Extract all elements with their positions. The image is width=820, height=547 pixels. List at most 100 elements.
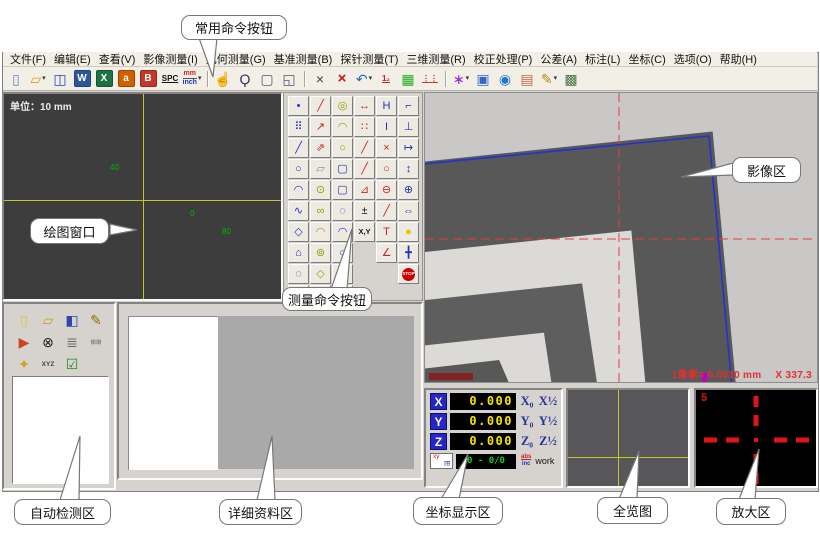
toolbar-export-excel-icon[interactable]: X [94,69,114,89]
menu-item[interactable]: 坐标(C) [624,51,669,67]
menu-item[interactable]: 几何测量(G) [202,51,270,67]
menu-item[interactable]: 文件(F) [6,51,50,67]
measure-tool-button[interactable]: H [376,96,397,116]
measure-tool-button[interactable]: ▱ [310,159,331,179]
menu-item[interactable]: 编辑(E) [50,51,95,67]
axis-zero-button[interactable]: Z₀ [517,434,537,449]
measure-tool-button[interactable]: ○ [288,159,309,179]
autodetect-tile-view-icon[interactable]: ⊞⊞ [91,338,102,346]
menu-item[interactable]: 三维测量(R) [402,51,469,67]
measure-tool-button[interactable]: ⌐ [398,96,419,116]
measure-tool-button[interactable]: ↔ [354,96,375,116]
measure-tool-button[interactable]: • [288,96,309,116]
measure-tool-button[interactable]: ⊙ [310,180,331,200]
toolbar-select-marquee-icon[interactable]: ▢ [257,69,277,89]
measure-tool-button[interactable]: ▢ [332,180,353,200]
measure-tool-button[interactable]: ◠ [332,222,353,242]
measure-tool-button[interactable]: ◠ [288,180,309,200]
measure-tool-button[interactable]: ○ [376,159,397,179]
toolbar-delete-feature-icon[interactable]: × [310,69,330,89]
axis-half-button[interactable]: Y½ [538,414,558,429]
menu-item[interactable]: 选项(O) [670,51,716,67]
measure-tool-button[interactable]: T [376,222,397,242]
autodetect-open-program-icon[interactable]: ▱ [43,312,54,329]
toolbar-delete-all-icon[interactable]: × [332,69,352,89]
measure-tool-button[interactable]: ◌ [288,264,309,284]
toolbar-zoom-window-icon[interactable]: ◱ [279,69,299,89]
measure-tool-button[interactable]: ╋ [398,243,419,263]
measure-tool-button[interactable]: ◠ [310,222,331,242]
xy-rtheta-toggle[interactable]: xy rθ [430,453,453,469]
toolbar-export-autocad-icon[interactable]: a [116,69,136,89]
measure-tool-button[interactable]: ⌂ [288,243,309,263]
measure-tool-button[interactable]: ∠ [376,243,397,263]
toolbar-pan-tool-icon[interactable]: ☝ [213,69,233,89]
measure-tool-button[interactable]: ∞ [310,201,331,221]
measure-tool-button[interactable]: ◎ [332,96,353,116]
measure-tool-button[interactable]: ● [398,222,419,242]
toolbar-dot-grid-icon[interactable]: ⋮⋮ [420,69,440,89]
toolbar-show-labels-icon[interactable]: 1₂ [376,69,396,89]
menu-item[interactable]: 标注(L) [581,51,624,67]
toolbar-spc-icon[interactable]: SPC [160,69,180,89]
toolbar-laser-pointer-icon[interactable]: ∗▾ [451,69,471,89]
axis-half-button[interactable]: Z½ [538,434,558,449]
measure-tool-button[interactable]: ◌ [332,201,353,221]
measure-tool-button[interactable]: ◠ [332,117,353,137]
autodetect-auto-run-icon[interactable]: ✦ [18,356,30,373]
autodetect-step-list-icon[interactable]: ≣ [66,334,78,351]
toolbar-export-report-icon[interactable]: B [138,69,158,89]
measure-tool-button[interactable]: ○ [332,243,353,263]
measure-tool-button[interactable]: I [376,117,397,137]
autodetect-edit-program-icon[interactable]: ✎ [90,312,102,329]
measure-tool-button[interactable]: ◇ [288,222,309,242]
autodetect-stop-icon[interactable]: ⊗ [42,334,54,351]
measure-tool-button[interactable]: ⊿ [354,180,375,200]
measure-tool-button[interactable]: X,Y [354,222,375,242]
toolbar-save-icon[interactable]: ◫ [50,69,70,89]
autodetect-list[interactable] [12,376,109,484]
toolbar-new-file-icon[interactable]: ▯ [6,69,26,89]
measure-tool-button[interactable]: ⠿ [288,117,309,137]
dropdown-arrow-icon[interactable]: ▾ [198,75,202,82]
measure-tool-button[interactable]: ⇔ [398,201,419,221]
toolbar-image-capture-icon[interactable]: ▩ [561,69,581,89]
measure-tool-button[interactable]: ⊕ [398,180,419,200]
image-area[interactable]: 1像素= 0.0010 mmX 337.3 [424,92,818,383]
detail-content-pane[interactable] [218,316,414,469]
measure-tool-button[interactable]: ↕ [398,159,419,179]
measure-tool-button[interactable]: ⊥ [398,117,419,137]
measure-tool-button[interactable]: ↘ [332,264,353,284]
autodetect-verify-icon[interactable]: ☑ [66,356,79,373]
menu-item[interactable]: 探针测量(T) [336,51,402,67]
measure-tool-button[interactable]: ╱ [376,201,397,221]
measure-tool-button[interactable]: ╱ [310,96,331,116]
autodetect-xyz-output-icon[interactable]: XYZ [42,361,55,368]
drawing-window[interactable]: 单位：10 mm 4004080 [2,92,283,301]
measure-tool-button[interactable]: ▢ [332,159,353,179]
toolbar-undo-icon[interactable]: ↶▾ [354,69,374,89]
menu-item[interactable]: 基准测量(B) [270,51,337,67]
overview-panel[interactable] [566,388,690,488]
toolbar-media-icon[interactable]: ▤ [517,69,537,89]
menu-item[interactable]: 校正处理(P) [470,51,537,67]
magnifier-panel[interactable]: 5 [694,388,818,488]
measure-tool-button[interactable]: STOP [398,264,419,284]
dropdown-arrow-icon[interactable]: ▾ [369,75,373,82]
measure-tool-button[interactable]: ± [354,201,375,221]
measure-tool-button[interactable]: ⇗ [310,138,331,158]
axis-zero-button[interactable]: X₀ [517,394,537,409]
toolbar-notes-icon[interactable]: ✎▾ [539,69,559,89]
measure-tool-button[interactable]: ○ [332,138,353,158]
measure-tool-button[interactable]: ⊚ [310,243,331,263]
toolbar-export-word-icon[interactable]: W [72,69,92,89]
autodetect-data-package-icon[interactable]: ◧ [65,312,78,329]
autodetect-run-icon[interactable]: ▶ [19,334,30,351]
axis-half-button[interactable]: X½ [538,394,558,409]
measure-tool-button[interactable]: ⊖ [376,180,397,200]
dropdown-arrow-icon[interactable]: ▾ [554,75,558,82]
measure-tool-button[interactable]: ∿ [288,201,309,221]
measure-tool-button[interactable]: ╱ [354,138,375,158]
dropdown-arrow-icon[interactable]: ▾ [42,75,46,82]
dropdown-arrow-icon[interactable]: ▾ [466,75,470,82]
